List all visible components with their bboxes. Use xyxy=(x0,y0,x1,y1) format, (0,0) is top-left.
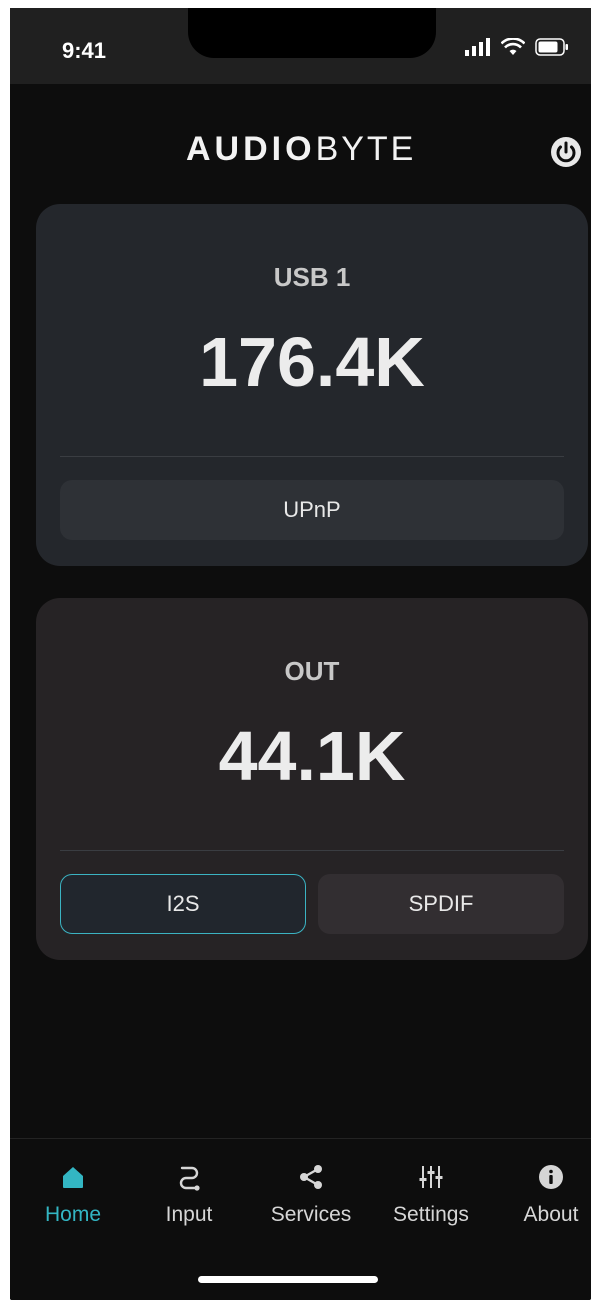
output-card: OUT 44.1K I2S SPDIF xyxy=(36,598,588,960)
input-label: USB 1 xyxy=(273,262,351,292)
tab-home-label: Home xyxy=(44,1203,102,1226)
app-header: AUDIOBYTE xyxy=(10,84,591,204)
input-source-button[interactable]: UPnP xyxy=(60,480,564,540)
app-screen: 9:41 AUDIOBYTE USB 1 176.4K UPnP OUT 44.… xyxy=(10,8,591,1300)
input-card: USB 1 176.4K UPnP xyxy=(36,204,588,566)
home-icon xyxy=(63,1167,83,1188)
audiobyte-logo: AUDIOBYTE xyxy=(186,130,416,169)
input-icon xyxy=(179,1166,200,1191)
system-icons xyxy=(465,38,569,56)
tab-about-label: About xyxy=(523,1203,579,1226)
home-indicator[interactable] xyxy=(198,1276,378,1283)
notch xyxy=(188,8,436,58)
logo-bold-text: AUDIO xyxy=(186,130,316,168)
tab-services-label: Services xyxy=(270,1203,352,1226)
tab-settings-label: Settings xyxy=(393,1203,469,1226)
output-spdif-button[interactable]: SPDIF xyxy=(318,874,564,934)
sliders-icon xyxy=(419,1166,443,1188)
tab-input-label: Input xyxy=(165,1203,213,1226)
wifi-icon xyxy=(501,38,525,55)
logo-thin-text: BYTE xyxy=(315,130,417,168)
status-bar: 9:41 xyxy=(10,8,591,84)
tab-input[interactable]: Input xyxy=(134,1159,244,1227)
status-time: 9:41 xyxy=(62,38,107,63)
battery-icon xyxy=(535,38,568,56)
input-divider xyxy=(60,456,564,457)
tab-settings[interactable]: Settings xyxy=(376,1159,486,1227)
share-icon xyxy=(300,1165,322,1189)
tab-about[interactable]: About xyxy=(496,1159,591,1227)
tab-services[interactable]: Services xyxy=(256,1159,366,1227)
output-i2s-button[interactable]: I2S xyxy=(60,874,306,934)
tab-home[interactable]: Home xyxy=(18,1159,128,1227)
output-divider xyxy=(60,850,564,851)
input-sample-rate: 176.4K xyxy=(199,323,425,401)
info-icon xyxy=(539,1165,563,1189)
output-sample-rate: 44.1K xyxy=(218,717,406,795)
output-label: OUT xyxy=(284,656,340,686)
signal-icon xyxy=(465,38,490,56)
power-icon[interactable] xyxy=(550,136,582,168)
